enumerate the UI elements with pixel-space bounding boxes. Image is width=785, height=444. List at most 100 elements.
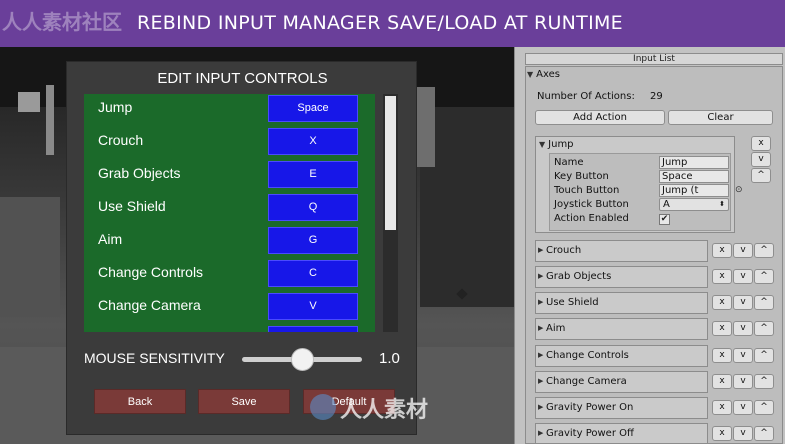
- foldout-expanded-icon: ▼: [527, 70, 534, 79]
- rebind-key-button[interactable]: X: [268, 128, 358, 155]
- action-label: Gravity Power On: [546, 402, 634, 413]
- action-row-gravity-power-off[interactable]: ▶ Gravity Power Off: [535, 423, 708, 444]
- foldout-collapsed-icon: ▶: [538, 246, 544, 254]
- add-action-button[interactable]: Add Action: [535, 110, 665, 125]
- remove-jump-button[interactable]: x: [751, 136, 771, 151]
- mouse-sensitivity-value: 1.0: [379, 350, 400, 367]
- action-row-crouch[interactable]: ▶ Crouch: [535, 240, 708, 262]
- action-row-grab-objects[interactable]: ▶ Grab Objects: [535, 266, 708, 288]
- move-action-up-button[interactable]: ^: [754, 426, 774, 441]
- foldout-collapsed-icon: ▶: [538, 351, 544, 359]
- control-row-jump: Jump Space: [84, 94, 375, 127]
- remove-action-button[interactable]: x: [712, 348, 732, 363]
- rebind-key-button[interactable]: Space: [268, 95, 358, 122]
- move-action-down-button[interactable]: v: [733, 426, 753, 441]
- move-jump-down-button[interactable]: v: [751, 152, 771, 167]
- action-label: Gravity Power Off: [546, 428, 634, 439]
- foldout-collapsed-icon: ▶: [538, 272, 544, 280]
- remove-action-button[interactable]: x: [712, 321, 732, 336]
- move-action-down-button[interactable]: v: [733, 374, 753, 389]
- move-action-down-button[interactable]: v: [733, 243, 753, 258]
- control-row-change-controls: Change Controls C: [84, 259, 375, 292]
- mouse-sensitivity-label: MOUSE SENSITIVITY: [84, 350, 225, 366]
- action-row-gravity-power-on[interactable]: ▶ Gravity Power On: [535, 397, 708, 419]
- action-enabled-checkbox[interactable]: ✔: [659, 214, 670, 225]
- controls-scrollbar[interactable]: [383, 94, 398, 332]
- rebind-key-button[interactable]: G: [268, 227, 358, 254]
- banner-title: REBIND INPUT MANAGER SAVE/LOAD AT RUNTIM…: [137, 12, 623, 34]
- rebind-key-button[interactable]: C: [268, 260, 358, 287]
- save-button[interactable]: Save: [198, 389, 290, 414]
- touch-button-field[interactable]: Jump (t: [659, 184, 729, 197]
- jump-foldout-title[interactable]: ▼ Jump: [539, 139, 574, 150]
- clear-button[interactable]: Clear: [668, 110, 773, 125]
- inspector-header: Input List: [525, 53, 783, 65]
- move-action-up-button[interactable]: ^: [754, 321, 774, 336]
- controls-list: Jump Space Crouch X Grab Objects E Use S…: [84, 94, 375, 332]
- action-row-use-shield[interactable]: ▶ Use Shield: [535, 292, 708, 314]
- rebind-key-button[interactable]: E: [268, 161, 358, 188]
- move-action-down-button[interactable]: v: [733, 295, 753, 310]
- move-action-down-button[interactable]: v: [733, 321, 753, 336]
- foldout-collapsed-icon: ▶: [538, 298, 544, 306]
- rebind-key-button[interactable]: Q: [268, 194, 358, 221]
- name-field[interactable]: Jump: [659, 156, 729, 169]
- field-label-action-enabled: Action Enabled: [554, 213, 629, 224]
- control-label: Change Controls: [98, 264, 204, 280]
- move-action-down-button[interactable]: v: [733, 348, 753, 363]
- move-action-up-button[interactable]: ^: [754, 374, 774, 389]
- move-action-up-button[interactable]: ^: [754, 295, 774, 310]
- foldout-expanded-icon: ▼: [539, 140, 546, 149]
- slider-handle[interactable]: [290, 348, 314, 371]
- remove-action-button[interactable]: x: [712, 269, 732, 284]
- object-picker-icon[interactable]: ⊙: [735, 185, 743, 195]
- action-label: Grab Objects: [546, 271, 612, 282]
- number-of-actions-label: Number Of Actions:: [537, 91, 635, 102]
- remove-action-button[interactable]: x: [712, 400, 732, 415]
- control-label: Crouch: [98, 132, 144, 148]
- move-jump-up-button[interactable]: ^: [751, 168, 771, 183]
- move-action-up-button[interactable]: ^: [754, 243, 774, 258]
- control-row-crouch: Crouch X: [84, 127, 375, 160]
- scrollbar-thumb[interactable]: [385, 96, 396, 230]
- action-row-aim[interactable]: ▶ Aim: [535, 318, 708, 340]
- back-button[interactable]: Back: [94, 389, 186, 414]
- move-action-down-button[interactable]: v: [733, 400, 753, 415]
- foldout-collapsed-icon: ▶: [538, 429, 544, 437]
- action-row-change-controls[interactable]: ▶ Change Controls: [535, 345, 708, 367]
- foldout-collapsed-icon: ▶: [538, 324, 544, 332]
- remove-action-button[interactable]: x: [712, 295, 732, 310]
- remove-action-button[interactable]: x: [712, 374, 732, 389]
- foldout-collapsed-icon: ▶: [538, 377, 544, 385]
- move-action-down-button[interactable]: v: [733, 269, 753, 284]
- watermark-logo-icon: [310, 394, 336, 420]
- move-action-up-button[interactable]: ^: [754, 269, 774, 284]
- dropdown-value: A: [663, 199, 670, 210]
- rebind-key-button[interactable]: V: [268, 293, 358, 320]
- field-label-touch-button: Touch Button: [554, 185, 620, 196]
- key-button-field[interactable]: Space: [659, 170, 729, 183]
- move-action-up-button[interactable]: ^: [754, 348, 774, 363]
- move-action-up-button[interactable]: ^: [754, 400, 774, 415]
- control-row-aim: Aim G: [84, 226, 375, 259]
- action-label: Aim: [546, 323, 566, 334]
- rebind-key-button[interactable]: [268, 326, 358, 332]
- remove-action-button[interactable]: x: [712, 243, 732, 258]
- action-label: Crouch: [546, 245, 582, 256]
- control-label: Grab Objects: [98, 165, 181, 181]
- title-banner: 人人素材社区 REBIND INPUT MANAGER SAVE/LOAD AT…: [0, 0, 785, 47]
- control-label: Jump: [98, 99, 133, 115]
- dropdown-arrow-icon: ⬍: [719, 200, 725, 208]
- dialog-title: EDIT INPUT CONTROLS: [157, 70, 328, 87]
- field-label-joystick-button: Joystick Button: [554, 199, 629, 210]
- control-label: Change Camera: [98, 297, 201, 313]
- control-label: Aim: [98, 231, 123, 247]
- number-of-actions-value: 29: [650, 91, 663, 102]
- action-label: Change Camera: [546, 376, 627, 387]
- axes-foldout-title[interactable]: ▼ Axes: [527, 69, 560, 80]
- action-row-change-camera[interactable]: ▶ Change Camera: [535, 371, 708, 393]
- remove-action-button[interactable]: x: [712, 426, 732, 441]
- joystick-button-dropdown[interactable]: A ⬍: [659, 198, 729, 211]
- watermark-text: 人人素材: [340, 398, 429, 423]
- control-label: Use Shield: [98, 198, 166, 214]
